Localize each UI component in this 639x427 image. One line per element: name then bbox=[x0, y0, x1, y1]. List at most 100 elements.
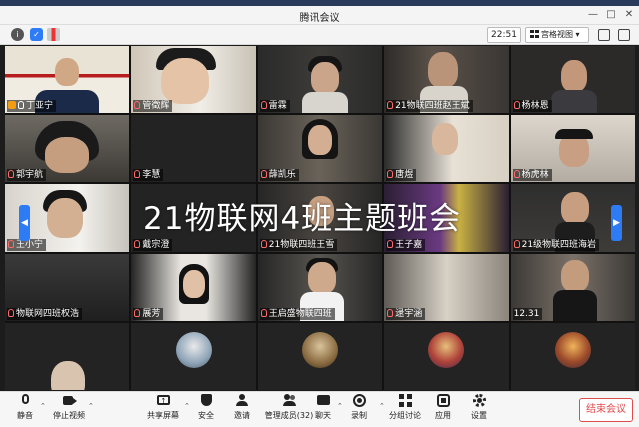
video-tile[interactable]: 杨虎林 bbox=[510, 115, 635, 183]
settings-button[interactable]: 设置 bbox=[456, 394, 502, 421]
invite-button[interactable]: 邀请 bbox=[219, 394, 265, 421]
view-mode-select[interactable]: 宫格视图 ▾ bbox=[525, 27, 589, 43]
mic-muted-icon bbox=[387, 170, 394, 179]
participant-name: 21物联四班王雪 bbox=[259, 238, 338, 251]
video-tile[interactable] bbox=[5, 322, 130, 390]
mic-muted-icon bbox=[513, 170, 520, 179]
prev-page-button[interactable]: ◀ bbox=[19, 205, 30, 241]
mic-muted-icon bbox=[8, 239, 14, 248]
avatar bbox=[175, 332, 212, 369]
minimize-icon[interactable]: — bbox=[586, 8, 600, 22]
participant-name: 郭宇航 bbox=[7, 169, 47, 182]
video-tile[interactable] bbox=[257, 322, 383, 390]
info-icon[interactable]: i bbox=[11, 28, 24, 41]
participant-name: 李慧 bbox=[133, 169, 164, 182]
camera-icon bbox=[62, 394, 77, 407]
apps-icon bbox=[436, 394, 450, 407]
record-button[interactable]: 录制 bbox=[336, 394, 382, 421]
meeting-timer: 22:51 bbox=[487, 27, 521, 43]
participant-name: 杨林恩 bbox=[512, 100, 552, 113]
mic-icon bbox=[18, 101, 24, 110]
gear-icon bbox=[472, 394, 486, 407]
chevron-up-icon[interactable]: ⌃ bbox=[40, 402, 46, 410]
shield-icon[interactable]: ✓ bbox=[30, 28, 43, 41]
participant-name: 丁亚宁 bbox=[7, 100, 57, 113]
video-tile[interactable]: 王启盛物联四班 bbox=[257, 253, 383, 321]
pip-icon[interactable] bbox=[618, 29, 630, 41]
fullscreen-icon[interactable] bbox=[598, 29, 610, 41]
close-icon[interactable]: ✕ bbox=[622, 8, 636, 22]
participant-name: 唐煜 bbox=[386, 169, 417, 182]
video-tile[interactable]: 丁亚宁 bbox=[5, 46, 130, 114]
meeting-title-overlay: 21物联网4班主题班会 bbox=[143, 201, 462, 237]
mic-muted-icon bbox=[134, 170, 141, 179]
participant-name: 薛凯乐 bbox=[259, 169, 299, 182]
chat-icon bbox=[316, 394, 330, 407]
participant-name: 逯宇涵 bbox=[386, 307, 426, 320]
participant-name: 王子嘉 bbox=[386, 238, 426, 251]
video-tile[interactable]: 逯宇涵 bbox=[384, 253, 509, 321]
video-tile[interactable]: 杨林恩 bbox=[510, 46, 635, 114]
mic-muted-icon bbox=[8, 170, 14, 179]
mic-muted-icon bbox=[134, 239, 141, 248]
participant-name: 21级物联四班海岩 bbox=[512, 238, 600, 251]
meeting-info-bar: i ✓ 22:51 宫格视图 ▾ bbox=[0, 25, 639, 45]
video-tile[interactable]: 管徵辉 bbox=[131, 46, 256, 114]
mic-muted-icon bbox=[134, 101, 141, 110]
host-icon bbox=[8, 101, 16, 110]
maximize-icon[interactable]: □ bbox=[604, 8, 618, 22]
mic-muted-icon bbox=[260, 101, 267, 110]
signal-icon[interactable] bbox=[47, 28, 60, 41]
shield-icon bbox=[200, 394, 213, 407]
mic-muted-icon bbox=[387, 308, 394, 317]
stop-video-button[interactable]: 停止视频 bbox=[46, 394, 92, 421]
view-mode-label: 宫格视图 bbox=[541, 30, 573, 39]
participant-name: 12.31 bbox=[512, 307, 543, 320]
mic-muted-icon bbox=[513, 101, 520, 110]
video-tile[interactable]: 唐煜 bbox=[384, 115, 509, 183]
avatar bbox=[554, 332, 591, 369]
window-title: 腾讯会议 bbox=[299, 13, 340, 24]
mic-muted-icon bbox=[513, 239, 520, 248]
participant-name: 物联网四班权浩 bbox=[7, 307, 83, 320]
video-tile[interactable] bbox=[510, 322, 635, 390]
record-icon bbox=[352, 394, 366, 407]
mic-muted-icon bbox=[387, 101, 394, 110]
video-tile[interactable] bbox=[131, 322, 256, 390]
share-screen-button[interactable]: ↑ 共享屏幕 bbox=[140, 394, 186, 421]
invite-icon bbox=[235, 394, 249, 407]
participant-name: 展芳 bbox=[133, 307, 164, 320]
breakout-icon bbox=[398, 394, 412, 407]
video-tile[interactable]: 薛凯乐 bbox=[257, 115, 383, 183]
mic-muted-icon bbox=[134, 308, 141, 317]
video-tile[interactable]: 郭宇航 bbox=[5, 115, 130, 183]
video-tile[interactable]: 21物联四班赵王斌 bbox=[384, 46, 509, 114]
chevron-up-icon[interactable]: ⌃ bbox=[88, 402, 94, 410]
microphone-icon bbox=[19, 394, 32, 407]
title-bar: 腾讯会议 — □ ✕ bbox=[0, 6, 639, 25]
video-tile[interactable]: 物联网四班权浩 bbox=[5, 253, 130, 321]
mic-muted-icon bbox=[387, 239, 394, 248]
video-tile[interactable]: 李慧 bbox=[131, 115, 256, 183]
members-icon bbox=[282, 394, 296, 407]
video-tile[interactable]: 雷霖 bbox=[257, 46, 383, 114]
next-page-button[interactable]: ▶ bbox=[611, 205, 622, 241]
participant-name: 雷霖 bbox=[259, 100, 290, 113]
participant-name: 管徵辉 bbox=[133, 100, 173, 113]
video-tile[interactable] bbox=[384, 322, 509, 390]
mic-muted-icon bbox=[260, 239, 267, 248]
participant-name: 杨虎林 bbox=[512, 169, 552, 182]
mic-muted-icon bbox=[260, 170, 267, 179]
participant-name: 21物联四班赵王斌 bbox=[386, 100, 473, 113]
participant-name: 戴宗澄 bbox=[133, 238, 173, 251]
chevron-down-icon: ▾ bbox=[575, 30, 580, 39]
video-tile[interactable]: 12.31 bbox=[510, 253, 635, 321]
video-tile[interactable]: 展芳 bbox=[131, 253, 256, 321]
end-meeting-button[interactable]: 结束会议 bbox=[579, 398, 633, 422]
grid-view-icon bbox=[530, 30, 539, 38]
share-screen-icon: ↑ bbox=[156, 394, 170, 407]
mic-muted-icon bbox=[260, 308, 267, 317]
participant-name: 王启盛物联四班 bbox=[259, 307, 335, 320]
bottom-toolbar: 静音 ⌃ 停止视频 ⌃ ↑ 共享屏幕 ⌃ 安全 邀请 管理成员(32) 聊天 ⌃… bbox=[0, 391, 639, 427]
mic-muted-icon bbox=[8, 308, 14, 317]
